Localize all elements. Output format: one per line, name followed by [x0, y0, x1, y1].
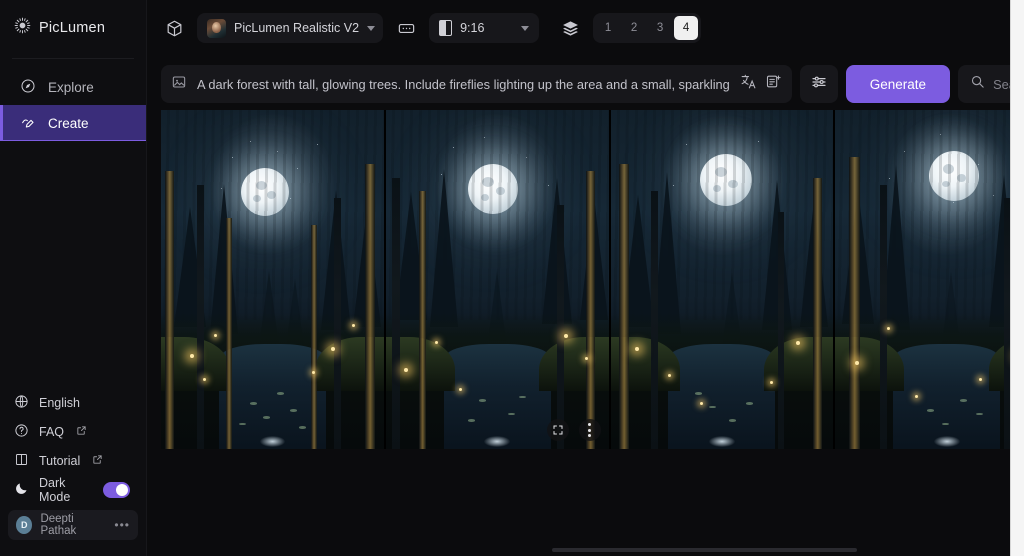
upscale-icon[interactable] — [547, 419, 569, 441]
secondary-nav: English FAQ — [0, 388, 146, 556]
sun-burst-icon — [14, 17, 31, 39]
result-image-4[interactable] — [835, 110, 1024, 449]
aspect-ratio-selector[interactable]: 9:16 — [429, 13, 539, 43]
user-name: Deepti Pathak — [40, 513, 106, 537]
generated-image — [611, 110, 834, 449]
prompt-input[interactable]: A dark forest with tall, glowing trees. … — [161, 65, 792, 103]
generated-image — [161, 110, 384, 449]
app-root: PicLumen Explore — [0, 0, 1024, 556]
layers-icon[interactable] — [557, 15, 583, 41]
primary-nav: Explore Create — [0, 69, 146, 141]
results-grid-wrapper — [147, 104, 1024, 556]
sliders-icon — [810, 73, 828, 96]
sidebar-item-tutorial[interactable]: Tutorial — [0, 446, 146, 475]
avatar: D — [16, 516, 32, 534]
translate-icon[interactable] — [740, 73, 757, 95]
generation-settings-button[interactable] — [800, 65, 838, 103]
sidebar-divider — [12, 58, 134, 59]
ellipsis-icon[interactable]: ••• — [114, 518, 130, 532]
sidebar-item-faq-label: FAQ — [39, 425, 64, 439]
batch-option-1[interactable]: 1 — [596, 16, 620, 40]
sidebar-item-tutorial-label: Tutorial — [39, 454, 80, 468]
image-actions — [547, 419, 601, 441]
moon-icon — [14, 481, 29, 499]
sidebar-item-language-label: English — [39, 396, 80, 410]
more-vertical-icon[interactable] — [579, 419, 601, 441]
globe-icon — [14, 394, 29, 412]
aspect-ratio-value: 9:16 — [460, 21, 484, 35]
cube-icon[interactable] — [161, 15, 187, 41]
result-image-2[interactable] — [386, 110, 609, 449]
sidebar-item-dark-mode-label: Dark Mode — [39, 476, 93, 504]
sidebar-item-explore[interactable]: Explore — [0, 69, 146, 105]
sidebar-item-explore-label: Explore — [48, 80, 94, 95]
model-selector[interactable]: PicLumen Realistic V2 — [197, 13, 383, 43]
question-circle-icon — [14, 423, 29, 441]
portrait-ratio-icon — [439, 20, 452, 36]
batch-count-group: 1 2 3 4 — [593, 13, 701, 43]
sidebar-spacer — [0, 141, 146, 388]
prompt-tools — [740, 73, 782, 95]
vertical-scrollbar[interactable] — [1010, 0, 1024, 556]
generate-button[interactable]: Generate — [846, 65, 950, 103]
sidebar-item-dark-mode[interactable]: Dark Mode — [0, 475, 146, 504]
sidebar-item-faq[interactable]: FAQ — [0, 417, 146, 446]
prompt-text: A dark forest with tall, glowing trees. … — [197, 77, 730, 92]
result-image-1[interactable] — [161, 110, 384, 449]
main-area: PicLumen Realistic V2 9:16 — [147, 0, 1024, 556]
model-name: PicLumen Realistic V2 — [234, 21, 359, 35]
brand-logo[interactable]: PicLumen — [0, 0, 146, 56]
model-thumbnail — [207, 19, 226, 38]
toggle-knob — [116, 484, 128, 496]
batch-option-2[interactable]: 2 — [622, 16, 646, 40]
enhance-prompt-icon[interactable] — [765, 73, 782, 95]
user-profile[interactable]: D Deepti Pathak ••• — [8, 510, 138, 540]
batch-option-4[interactable]: 4 — [674, 16, 698, 40]
batch-option-3[interactable]: 3 — [648, 16, 672, 40]
sidebar: PicLumen Explore — [0, 0, 147, 556]
dimensions-icon[interactable] — [393, 15, 419, 41]
generated-image — [835, 110, 1024, 449]
toolbar: PicLumen Realistic V2 9:16 — [147, 0, 1024, 56]
result-image-3[interactable] — [611, 110, 834, 449]
chevron-down-icon — [521, 26, 529, 31]
chevron-down-icon — [367, 26, 375, 31]
external-link-icon — [92, 454, 103, 468]
search-icon — [970, 74, 985, 94]
sidebar-item-create[interactable]: Create — [0, 105, 146, 141]
dark-mode-toggle[interactable] — [103, 482, 130, 498]
external-link-icon — [76, 425, 87, 439]
horizontal-scrollbar[interactable] — [552, 548, 857, 552]
compass-icon — [20, 78, 36, 97]
generated-image — [386, 110, 609, 449]
image-icon[interactable] — [171, 74, 187, 95]
prompt-bar: A dark forest with tall, glowing trees. … — [147, 64, 1024, 104]
sidebar-item-create-label: Create — [48, 116, 89, 131]
results-grid — [161, 110, 1024, 449]
brand-name: PicLumen — [39, 20, 105, 36]
book-icon — [14, 452, 29, 470]
pencil-icon — [20, 114, 36, 133]
sidebar-item-language[interactable]: English — [0, 388, 146, 417]
